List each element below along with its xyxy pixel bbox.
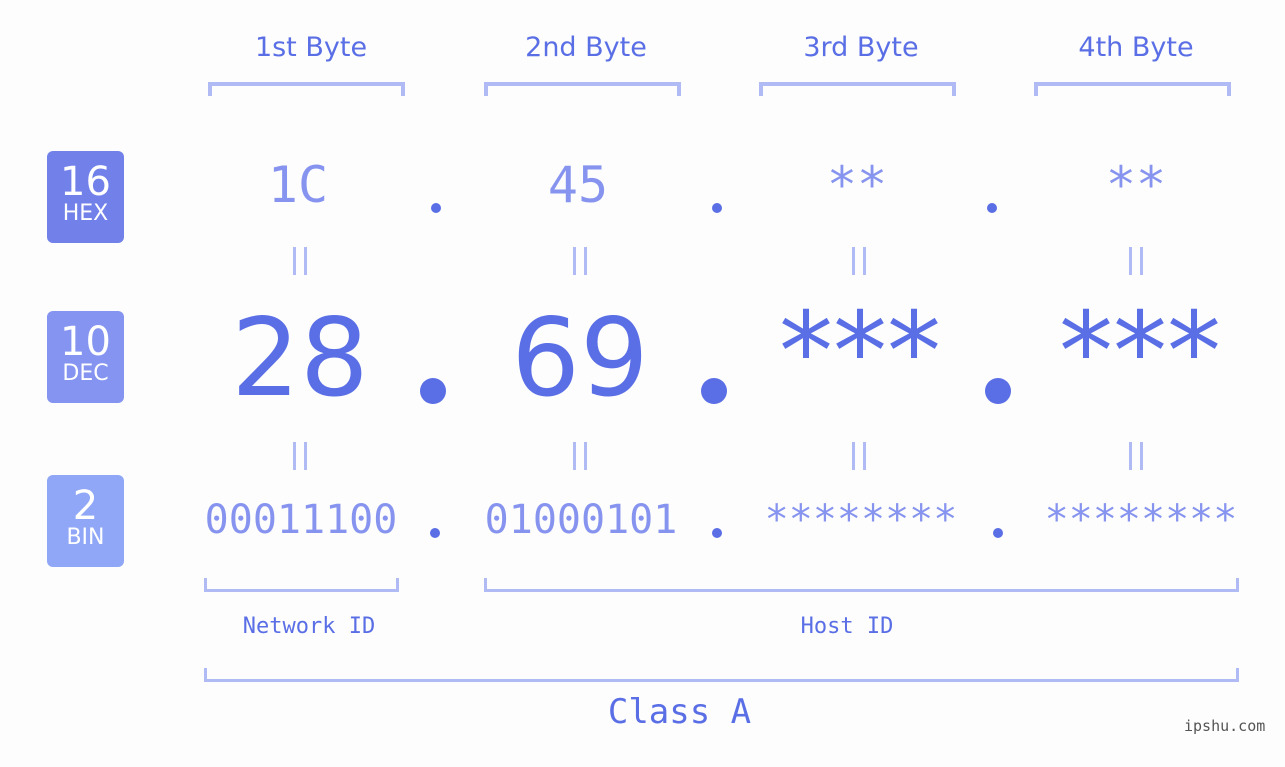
hex-badge: 16 HEX [47, 151, 124, 243]
byte-bracket-2 [484, 82, 681, 96]
hex-value-3: ** [826, 156, 888, 214]
byte-header-4: 4th Byte [1078, 32, 1194, 63]
byte-header-3: 3rd Byte [803, 32, 919, 63]
bin-separator-dot [993, 528, 1003, 538]
bin-badge: 2 BIN [47, 475, 124, 567]
bin-value-4: ******** [1044, 497, 1238, 543]
dec-value-3: *** [779, 290, 941, 415]
hex-value-4: ** [1105, 156, 1167, 214]
hex-badge-label: HEX [62, 201, 109, 226]
equals-sign [573, 442, 587, 470]
class-label: Class A [607, 692, 752, 732]
network-id-bracket [204, 578, 399, 592]
equals-sign [293, 247, 307, 275]
dec-separator-dot [420, 378, 446, 404]
equals-sign [852, 247, 866, 275]
byte-header-1: 1st Byte [254, 32, 368, 63]
bin-value-1: 00011100 [204, 497, 398, 543]
hex-separator-dot [431, 203, 441, 213]
class-bracket [204, 668, 1239, 682]
equals-sign [1129, 247, 1143, 275]
byte-bracket-1 [208, 82, 405, 96]
dec-value-2: 69 [511, 296, 649, 421]
hex-badge-number: 16 [60, 159, 111, 205]
bin-badge-label: BIN [66, 525, 105, 550]
byte-bracket-3 [759, 82, 956, 96]
equals-sign [573, 247, 587, 275]
bin-separator-dot [712, 528, 722, 538]
equals-sign [293, 442, 307, 470]
hex-value-1: 1C [267, 156, 329, 214]
watermark: ipshu.com [1184, 717, 1266, 735]
bin-separator-dot [430, 528, 440, 538]
dec-value-1: 28 [231, 296, 369, 421]
bin-value-3: ******** [764, 497, 958, 543]
hex-value-2: 45 [547, 156, 609, 214]
byte-header-2: 2nd Byte [525, 32, 647, 63]
equals-sign [852, 442, 866, 470]
network-id-label: Network ID [242, 614, 376, 639]
bin-value-2: 01000101 [484, 497, 678, 543]
bin-badge-number: 2 [72, 483, 99, 529]
host-id-bracket [484, 578, 1239, 592]
host-id-label: Host ID [800, 614, 894, 639]
byte-bracket-4 [1034, 82, 1231, 96]
dec-separator-dot [985, 378, 1011, 404]
dec-badge-number: 10 [60, 319, 111, 365]
dec-badge-label: DEC [62, 361, 109, 386]
hex-separator-dot [712, 203, 722, 213]
dec-separator-dot [701, 378, 727, 404]
dec-value-4: *** [1059, 290, 1221, 415]
hex-separator-dot [987, 203, 997, 213]
dec-badge: 10 DEC [47, 311, 124, 403]
equals-sign [1129, 442, 1143, 470]
